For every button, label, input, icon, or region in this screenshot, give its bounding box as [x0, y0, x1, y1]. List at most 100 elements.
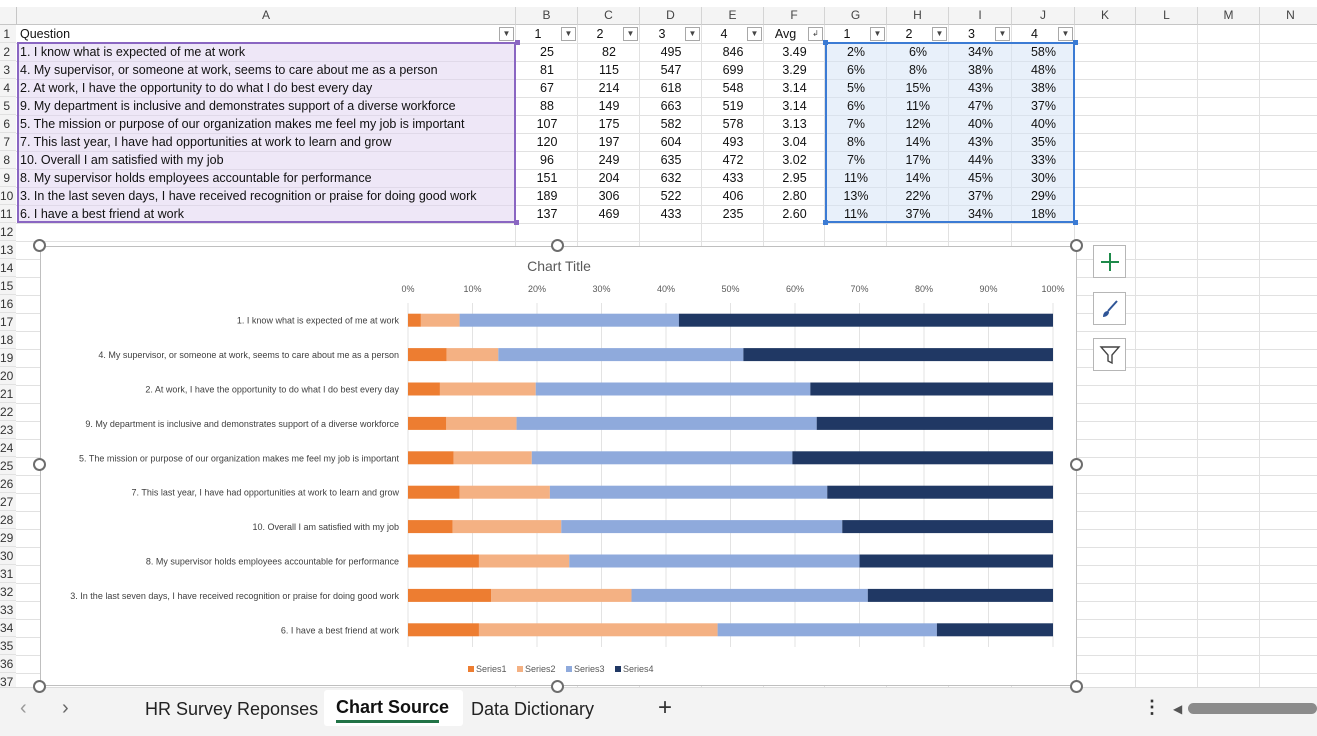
horizontal-scrollbar[interactable]: [1188, 703, 1317, 714]
row-header-17[interactable]: 17: [0, 313, 16, 331]
table-cell[interactable]: 3.14: [764, 97, 825, 115]
chart-resize-handle[interactable]: [33, 458, 46, 471]
row-header-16[interactable]: 16: [0, 295, 16, 313]
table-cell[interactable]: 582: [640, 115, 702, 133]
row-header-14[interactable]: 14: [0, 259, 16, 277]
table-cell[interactable]: 249: [578, 151, 640, 169]
chevron-left-icon[interactable]: ‹: [20, 697, 27, 720]
table-cell[interactable]: 2%: [825, 43, 887, 61]
table-cell[interactable]: 12%: [887, 115, 949, 133]
table-cell[interactable]: 107: [516, 115, 578, 133]
table-cell[interactable]: 34%: [949, 43, 1012, 61]
filter-dropdown-button[interactable]: ↲: [808, 27, 823, 41]
table-cell[interactable]: 45%: [949, 169, 1012, 187]
table-cell[interactable]: 3.13: [764, 115, 825, 133]
table-cell[interactable]: 578: [702, 115, 764, 133]
row-header-7[interactable]: 7: [0, 133, 16, 151]
table-cell[interactable]: 632: [640, 169, 702, 187]
table-cell[interactable]: 235: [702, 205, 764, 223]
table-cell[interactable]: 6%: [887, 43, 949, 61]
column-header-b[interactable]: B: [516, 7, 578, 25]
filter-dropdown-button[interactable]: ▼: [1058, 27, 1073, 41]
row-header-26[interactable]: 26: [0, 475, 16, 493]
table-cell[interactable]: 3.29: [764, 61, 825, 79]
column-header-d[interactable]: D: [640, 7, 702, 25]
table-cell[interactable]: 2.80: [764, 187, 825, 205]
table-cell[interactable]: 14%: [887, 169, 949, 187]
question-cell[interactable]: 1. I know what is expected of me at work: [17, 43, 516, 61]
filter-dropdown-button[interactable]: ▼: [870, 27, 885, 41]
table-cell[interactable]: 548: [702, 79, 764, 97]
table-cell[interactable]: 43%: [949, 133, 1012, 151]
column-header-k[interactable]: K: [1075, 7, 1136, 25]
table-cell[interactable]: 6%: [825, 61, 887, 79]
table-cell[interactable]: 37%: [887, 205, 949, 223]
row-header-2[interactable]: 2: [0, 43, 16, 61]
table-cell[interactable]: 3.49: [764, 43, 825, 61]
table-cell[interactable]: 34%: [949, 205, 1012, 223]
filter-dropdown-button[interactable]: ▼: [685, 27, 700, 41]
table-cell[interactable]: 120: [516, 133, 578, 151]
column-header-c[interactable]: C: [578, 7, 640, 25]
row-header-30[interactable]: 30: [0, 547, 16, 565]
table-cell[interactable]: 96: [516, 151, 578, 169]
row-header-10[interactable]: 10: [0, 187, 16, 205]
row-header-31[interactable]: 31: [0, 565, 16, 583]
chart-resize-handle[interactable]: [551, 239, 564, 252]
row-header-13[interactable]: 13: [0, 241, 16, 259]
table-cell[interactable]: 29%: [1012, 187, 1075, 205]
table-cell[interactable]: 469: [578, 205, 640, 223]
row-header-32[interactable]: 32: [0, 583, 16, 601]
add-sheet-icon[interactable]: +: [658, 694, 672, 722]
row-header-23[interactable]: 23: [0, 421, 16, 439]
chart-resize-handle[interactable]: [1070, 239, 1083, 252]
question-cell[interactable]: 9. My department is inclusive and demons…: [17, 97, 516, 115]
question-cell[interactable]: 6. I have a best friend at work: [17, 205, 516, 223]
table-cell[interactable]: 15%: [887, 79, 949, 97]
table-cell[interactable]: 14%: [887, 133, 949, 151]
column-header-h[interactable]: H: [887, 7, 949, 25]
chart-filters-button[interactable]: [1093, 338, 1126, 371]
question-cell[interactable]: 8. My supervisor holds employees account…: [17, 169, 516, 187]
table-cell[interactable]: 11%: [825, 169, 887, 187]
table-cell[interactable]: 82: [578, 43, 640, 61]
tab-data-dictionary[interactable]: Data Dictionary: [471, 696, 594, 722]
table-cell[interactable]: 58%: [1012, 43, 1075, 61]
table-cell[interactable]: 3.14: [764, 79, 825, 97]
row-header-22[interactable]: 22: [0, 403, 16, 421]
row-header-19[interactable]: 19: [0, 349, 16, 367]
scroll-left-icon[interactable]: ◀: [1173, 702, 1182, 716]
table-cell[interactable]: 433: [640, 205, 702, 223]
column-header-e[interactable]: E: [702, 7, 764, 25]
row-header-27[interactable]: 27: [0, 493, 16, 511]
row-header-18[interactable]: 18: [0, 331, 16, 349]
row-header-34[interactable]: 34: [0, 619, 16, 637]
row-header-9[interactable]: 9: [0, 169, 16, 187]
table-cell[interactable]: 37%: [1012, 97, 1075, 115]
question-cell[interactable]: 4. My supervisor, or someone at work, se…: [17, 61, 516, 79]
table-cell[interactable]: 699: [702, 61, 764, 79]
table-cell[interactable]: 2.95: [764, 169, 825, 187]
chart-object[interactable]: Chart Title 0% 10% 20% 30% 40% 50% 60% 70% 80% 90%…: [40, 246, 1077, 686]
row-header-15[interactable]: 15: [0, 277, 16, 295]
table-cell[interactable]: 88: [516, 97, 578, 115]
question-cell[interactable]: 10. Overall I am satisfied with my job: [17, 151, 516, 169]
table-cell[interactable]: 35%: [1012, 133, 1075, 151]
row-header-12[interactable]: 12: [0, 223, 16, 241]
row-header-24[interactable]: 24: [0, 439, 16, 457]
filter-dropdown-button[interactable]: ▼: [747, 27, 762, 41]
table-cell[interactable]: 81: [516, 61, 578, 79]
table-cell[interactable]: 137: [516, 205, 578, 223]
table-cell[interactable]: 175: [578, 115, 640, 133]
column-header-g[interactable]: G: [825, 7, 887, 25]
table-cell[interactable]: 67: [516, 79, 578, 97]
row-header-35[interactable]: 35: [0, 637, 16, 655]
table-cell[interactable]: 522: [640, 187, 702, 205]
table-cell[interactable]: 48%: [1012, 61, 1075, 79]
tab-chart-source[interactable]: Chart Source: [336, 694, 449, 720]
table-cell[interactable]: 189: [516, 187, 578, 205]
table-cell[interactable]: 3.04: [764, 133, 825, 151]
table-cell[interactable]: 38%: [1012, 79, 1075, 97]
row-header-11[interactable]: 11: [0, 205, 16, 223]
table-cell[interactable]: 204: [578, 169, 640, 187]
